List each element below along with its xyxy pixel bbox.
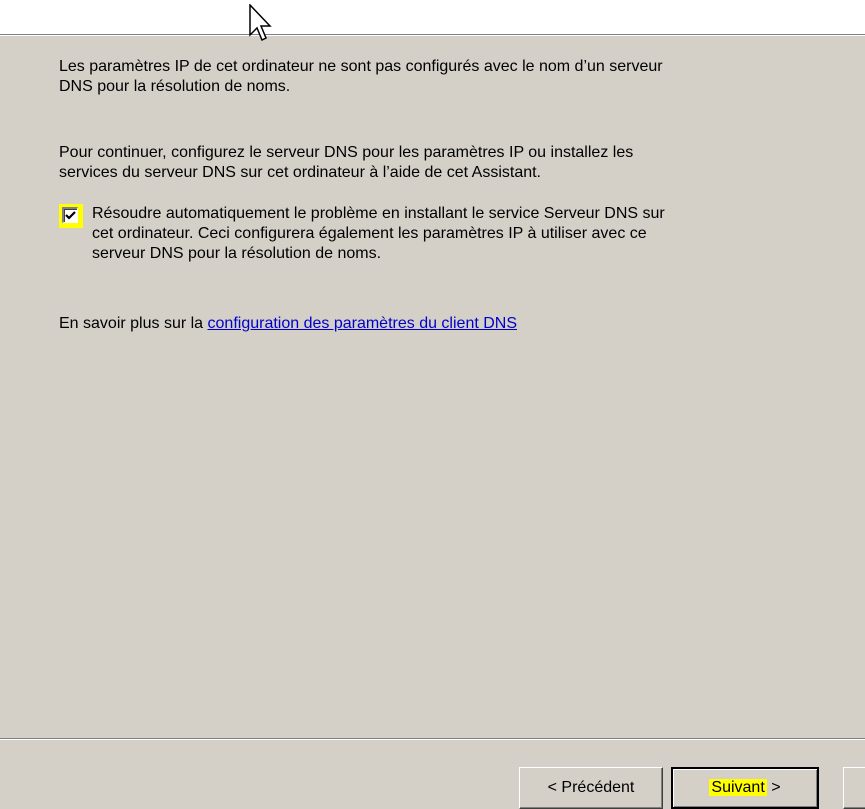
header-separator-highlight [0,35,865,36]
previous-button[interactable]: < Précédent [519,767,663,809]
auto-fix-line-2: cet ordinateur. Ceci configurera égaleme… [92,225,647,242]
info-line-2: DNS pour la résolution de noms. [59,78,291,95]
wizard-window: Les paramètres IP de cet ordinateur ne s… [0,0,865,809]
mouse-pointer-icon [249,4,272,42]
instruction-paragraph: Pour continuer, configurez le serveur DN… [59,143,633,183]
auto-fix-line-1: Résoudre automatiquement le problème en … [92,205,665,222]
wizard-header [0,0,865,34]
dns-client-config-link[interactable]: configuration des paramètres du client D… [208,315,518,332]
auto-fix-checkbox[interactable] [62,207,78,223]
footer-separator-highlight [0,739,865,740]
next-button-label: Suivant [709,779,767,796]
instruction-line-2: services du serveur DNS sur cet ordinate… [59,164,541,181]
auto-fix-label[interactable]: Résoudre automatiquement le problème en … [92,204,665,264]
previous-button-label: < Précédent [547,779,635,796]
checkmark-icon [65,211,76,220]
learn-more-prefix: En savoir plus sur la [59,315,208,332]
info-line-1: Les paramètres IP de cet ordinateur ne s… [59,58,663,75]
auto-fix-line-3: serveur DNS pour la résolution de noms. [92,245,382,262]
next-button-arrow: > [766,779,781,796]
instruction-line-1: Pour continuer, configurez le serveur DN… [59,144,634,161]
info-paragraph: Les paramètres IP de cet ordinateur ne s… [59,57,663,97]
learn-more-line: En savoir plus sur la configuration des … [59,314,517,334]
next-button[interactable]: Suivant > [671,767,819,809]
cancel-button-partial[interactable] [843,767,865,809]
